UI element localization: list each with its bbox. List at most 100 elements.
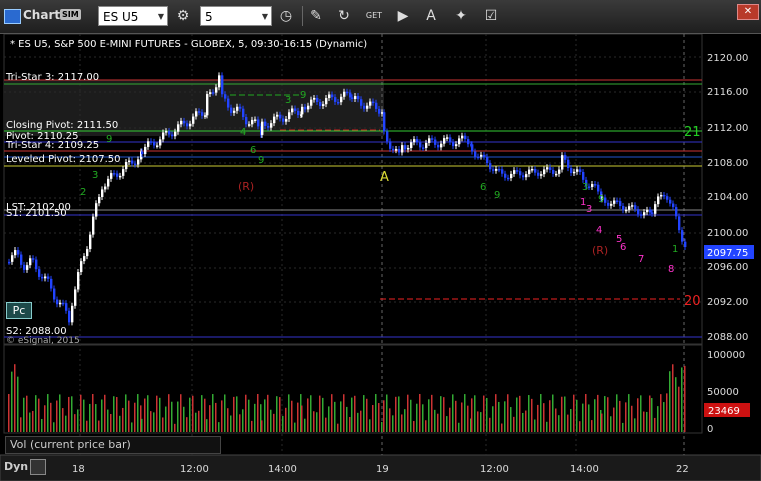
gear-icon[interactable]: ⚙ xyxy=(173,6,193,26)
interval-input[interactable]: 5 ▼ xyxy=(200,6,272,26)
price-bar xyxy=(334,97,337,102)
pc-marker: Pc xyxy=(6,302,32,319)
volume-bar xyxy=(381,421,383,432)
volume-bar xyxy=(372,405,374,432)
symbol-input[interactable]: ES U5 ▼ xyxy=(98,6,168,26)
volume-bar xyxy=(248,399,250,432)
volume-bar xyxy=(141,418,143,432)
volume-bar xyxy=(267,394,269,432)
volume-bar xyxy=(340,401,342,432)
price-bar xyxy=(522,175,525,178)
price-bar xyxy=(375,102,378,109)
time-tick: 14:00 xyxy=(570,464,599,475)
price-tick: 2092.00 xyxy=(707,297,748,308)
volume-bar xyxy=(195,412,197,432)
price-bar xyxy=(236,106,239,111)
price-bar xyxy=(119,175,122,178)
refresh-icon[interactable]: ↻ xyxy=(334,6,354,26)
price-bar xyxy=(543,169,546,175)
price-bar xyxy=(422,147,425,149)
price-bar xyxy=(254,119,257,121)
volume-bar xyxy=(681,367,683,432)
volume-bar xyxy=(242,409,244,432)
price-bar xyxy=(62,302,65,305)
volume-bar xyxy=(516,397,518,432)
volume-bar xyxy=(89,403,91,432)
chevron-down-icon[interactable]: ▼ xyxy=(262,7,268,27)
sequence-count: 6 xyxy=(250,145,256,156)
volume-bar xyxy=(646,411,648,432)
price-bar xyxy=(168,131,171,135)
volume-bar xyxy=(416,403,418,432)
price-bar xyxy=(215,87,218,93)
volume-bar xyxy=(657,406,659,432)
chart-canvas[interactable]: Tri-Star 3: 2117.00 Closing Pivot: 2111.… xyxy=(0,34,761,481)
price-bar xyxy=(649,209,652,213)
play-icon[interactable]: ▶ xyxy=(393,6,413,26)
close-icon[interactable]: ✕ xyxy=(737,4,759,20)
volume-bar xyxy=(254,403,256,432)
price-bar xyxy=(678,216,681,231)
price-bar xyxy=(531,168,534,171)
volume-bar xyxy=(218,422,220,432)
price-bar xyxy=(307,105,310,110)
text-icon[interactable]: A xyxy=(421,6,441,26)
price-bar xyxy=(386,131,389,142)
volume-bar xyxy=(221,400,223,432)
price-bar xyxy=(47,276,50,279)
volume-bar xyxy=(137,394,139,432)
price-bar xyxy=(125,162,128,170)
price-bar xyxy=(534,168,537,173)
volume-tick: 0 xyxy=(707,424,713,435)
lock-icon[interactable] xyxy=(30,459,46,475)
price-bar xyxy=(540,174,543,176)
price-bar xyxy=(257,119,260,127)
volume-bar xyxy=(522,412,524,432)
volume-bar xyxy=(540,394,542,432)
volume-bar xyxy=(428,399,430,432)
sequence-count: 3 xyxy=(582,182,588,193)
clock-icon[interactable]: ◷ xyxy=(276,6,296,26)
volume-bar xyxy=(189,397,191,432)
volume-bar xyxy=(128,400,130,432)
price-bar xyxy=(137,159,140,165)
time-tick: 12:00 xyxy=(480,464,509,475)
volume-bar xyxy=(131,422,133,432)
volume-bar xyxy=(564,396,566,432)
volume-bar xyxy=(528,395,530,432)
volume-bar xyxy=(62,408,64,432)
volume-bar xyxy=(288,394,290,432)
price-bar xyxy=(221,75,224,95)
get-icon[interactable]: GET xyxy=(364,6,384,26)
volume-bar xyxy=(104,394,106,432)
price-bar xyxy=(165,131,168,133)
price-bar xyxy=(56,299,59,305)
price-bar xyxy=(89,234,92,250)
price-bar xyxy=(11,255,14,262)
chevron-down-icon[interactable]: ▼ xyxy=(158,7,164,27)
price-bar xyxy=(113,173,116,175)
price-bar xyxy=(337,101,340,104)
price-bar xyxy=(477,156,480,159)
price-bar xyxy=(576,169,579,172)
price-bar xyxy=(622,206,625,211)
checkbox-icon[interactable]: ☑ xyxy=(481,6,501,26)
tag-icon[interactable]: ✦ xyxy=(451,6,471,26)
price-bar xyxy=(643,212,646,216)
volume-bar xyxy=(41,419,43,432)
volume-bar xyxy=(594,399,596,432)
volume-bar xyxy=(449,407,451,432)
volume-bar xyxy=(322,397,324,432)
volume-tick: 100000 xyxy=(707,350,745,361)
volume-bar xyxy=(331,394,333,432)
pencil-icon[interactable]: ✎ xyxy=(306,6,326,26)
volume-bar xyxy=(360,410,362,432)
volume-bar xyxy=(337,423,339,432)
price-bar xyxy=(288,112,291,119)
volume-bar xyxy=(215,402,217,432)
price-bar xyxy=(349,92,352,98)
price-bar xyxy=(404,145,407,150)
price-bar xyxy=(267,126,270,128)
volume-bar xyxy=(446,416,448,432)
price-bar xyxy=(395,149,398,151)
